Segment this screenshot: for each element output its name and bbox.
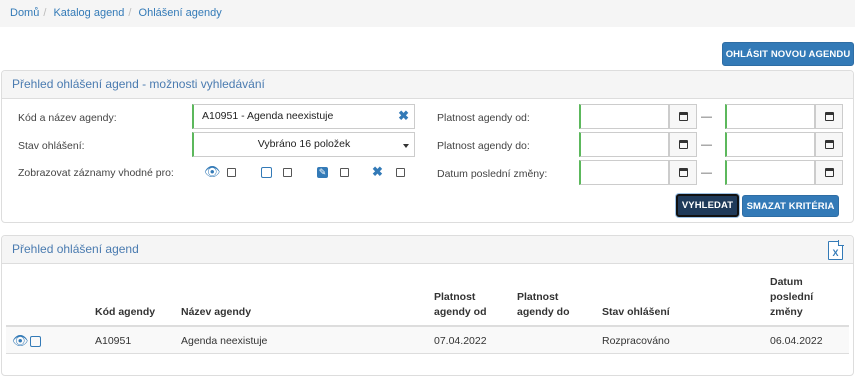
col-header-line: Platnost [434, 291, 476, 303]
col-valid-to-header[interactable]: Platnost agendy do [517, 290, 570, 320]
calendar-icon [824, 112, 834, 121]
valid-from-end-input[interactable] [725, 104, 815, 129]
calendar-icon [678, 112, 688, 121]
last-change-start-input[interactable] [579, 160, 669, 185]
clear-criteria-button[interactable]: SMAZAT KRITÉRIA [742, 195, 839, 217]
col-header-line: agendy do [517, 306, 570, 318]
eye-icon: 👁 [204, 164, 221, 179]
status-select-value: Vybráno 16 položek [257, 138, 351, 150]
show-view-checkbox[interactable] [227, 168, 236, 177]
results-panel-title: Přehled ohlášení agend X [2, 236, 853, 264]
calendar-button[interactable] [669, 104, 697, 129]
col-name-header[interactable]: Název agendy [181, 305, 251, 320]
results-panel-title-text: Přehled ohlášení agend [12, 242, 139, 256]
show-label: Zobrazovat záznamy vhodné pro: [18, 167, 174, 179]
valid-to-start-input[interactable] [579, 132, 669, 157]
breadcrumb: Domů / Katalog agend / Ohlášení agendy [0, 0, 855, 27]
valid-from-start-input[interactable] [579, 104, 669, 129]
code-input[interactable]: A10951 - Agenda neexistuje ✖ [192, 104, 415, 129]
col-status-header[interactable]: Stav ohlášení [602, 305, 670, 320]
calendar-button[interactable] [669, 160, 697, 185]
col-header-line: poslední [770, 291, 814, 303]
cell-name: Agenda neexistuje [181, 335, 268, 347]
breadcrumb-separator: / [43, 7, 47, 19]
range-separator: — [701, 111, 712, 123]
calendar-button[interactable] [669, 132, 697, 157]
status-label: Stav ohlášení: [18, 140, 85, 152]
show-edit-checkbox[interactable] [283, 168, 292, 177]
search-panel-title: Přehled ohlášení agend - možnosti vyhled… [2, 71, 853, 99]
excel-export-icon[interactable]: X [828, 240, 844, 260]
edit-icon[interactable] [30, 336, 41, 347]
cell-valid-from: 07.04.2022 [434, 335, 487, 347]
search-button[interactable]: VYHLEDAT [676, 194, 739, 217]
last-change-end-input[interactable] [725, 160, 815, 185]
valid-from-label: Platnost agendy od: [437, 112, 530, 124]
col-header-line: Datum [770, 276, 803, 288]
calendar-icon [678, 168, 688, 177]
breadcrumb-separator: / [128, 7, 132, 19]
calendar-icon [824, 140, 834, 149]
show-edit-filled-checkbox[interactable] [340, 168, 349, 177]
col-header-line: Platnost [517, 291, 559, 303]
code-label: Kód a název agendy: [18, 112, 117, 124]
range-separator: — [701, 139, 712, 151]
table-row[interactable] [6, 327, 849, 354]
breadcrumb-current[interactable]: Ohlášení agendy [139, 7, 222, 19]
last-change-label: Datum poslední změny: [437, 168, 548, 180]
calendar-button[interactable] [815, 160, 843, 185]
valid-to-end-input[interactable] [725, 132, 815, 157]
show-delete-checkbox[interactable] [396, 168, 405, 177]
cell-status: Rozpracováno [602, 335, 670, 347]
view-eye-icon[interactable]: 👁 [12, 334, 29, 347]
range-separator: — [701, 167, 712, 179]
col-header-line: agendy od [434, 306, 487, 318]
col-header-line: změny [770, 306, 803, 318]
cell-last-change: 06.04.2022 [770, 335, 823, 347]
new-agenda-button[interactable]: OHLÁSIT NOVOU AGENDU [722, 42, 854, 66]
clear-x-icon[interactable]: ✖ [398, 108, 409, 124]
calendar-button[interactable] [815, 104, 843, 129]
breadcrumb-home[interactable]: Domů [10, 7, 39, 19]
breadcrumb-catalog[interactable]: Katalog agend [53, 7, 124, 19]
edit-icon [261, 167, 272, 178]
x-icon: ✖ [372, 164, 383, 179]
edit-filled-icon: ✎ [317, 167, 328, 178]
status-select[interactable]: Vybráno 16 položek [192, 132, 415, 157]
calendar-icon [678, 140, 688, 149]
code-input-value: A10951 - Agenda neexistuje [202, 110, 334, 122]
valid-to-label: Platnost agendy do: [437, 140, 530, 152]
col-valid-from-header[interactable]: Platnost agendy od [434, 290, 487, 320]
calendar-icon [824, 168, 834, 177]
col-last-change-header[interactable]: Datum poslední změny [770, 275, 813, 320]
col-code-header[interactable]: Kód agendy [95, 305, 155, 320]
calendar-button[interactable] [815, 132, 843, 157]
cell-code: A10951 [95, 335, 132, 347]
caret-down-icon [403, 144, 409, 148]
